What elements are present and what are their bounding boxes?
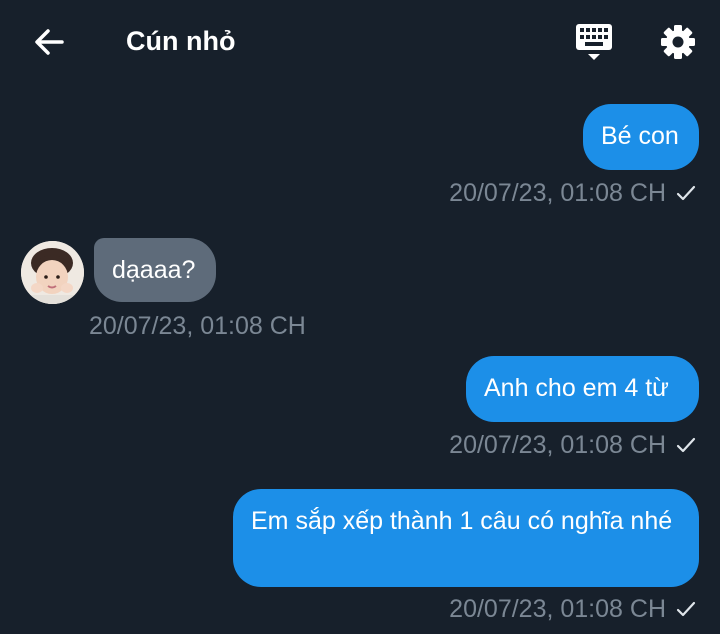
contact-avatar[interactable] bbox=[21, 241, 84, 304]
sent-check-icon bbox=[676, 185, 696, 201]
message-text: Bé con bbox=[601, 122, 679, 150]
chat-title: Cún nhỏ bbox=[126, 26, 236, 56]
message-bubble-outgoing[interactable]: Anh cho em 4 từ bbox=[466, 356, 699, 422]
keyboard-icon bbox=[576, 24, 612, 60]
message-timestamp: 20/07/23, 01:08 CH bbox=[449, 595, 666, 623]
message-timestamp: 20/07/23, 01:08 CH bbox=[89, 312, 306, 340]
chat-header: Cún nhỏ bbox=[0, 0, 720, 82]
message-text: Em sắp xếp thành 1 câu có nghĩa nhé bbox=[251, 507, 673, 535]
arrow-left-icon bbox=[35, 29, 64, 55]
keyboard-button[interactable] bbox=[568, 20, 620, 64]
message-timestamp: 20/07/23, 01:08 CH bbox=[449, 179, 666, 207]
sent-check-icon bbox=[676, 437, 696, 453]
message-timestamp: 20/07/23, 01:08 CH bbox=[449, 431, 666, 459]
message-bubble-outgoing[interactable]: Em sắp xếp thành 1 câu có nghĩa nhé bbox=[233, 489, 699, 587]
settings-button[interactable] bbox=[654, 18, 702, 66]
message-bubble-incoming[interactable]: dạaaa? bbox=[94, 238, 216, 302]
message-text: Anh cho em 4 từ bbox=[484, 374, 669, 402]
message-bubble-outgoing[interactable]: Bé con bbox=[583, 104, 699, 170]
back-button[interactable] bbox=[28, 22, 70, 62]
avatar-image bbox=[21, 241, 84, 304]
sent-check-icon bbox=[676, 601, 696, 617]
message-text: dạaaa? bbox=[112, 256, 196, 284]
gear-icon bbox=[661, 25, 695, 59]
